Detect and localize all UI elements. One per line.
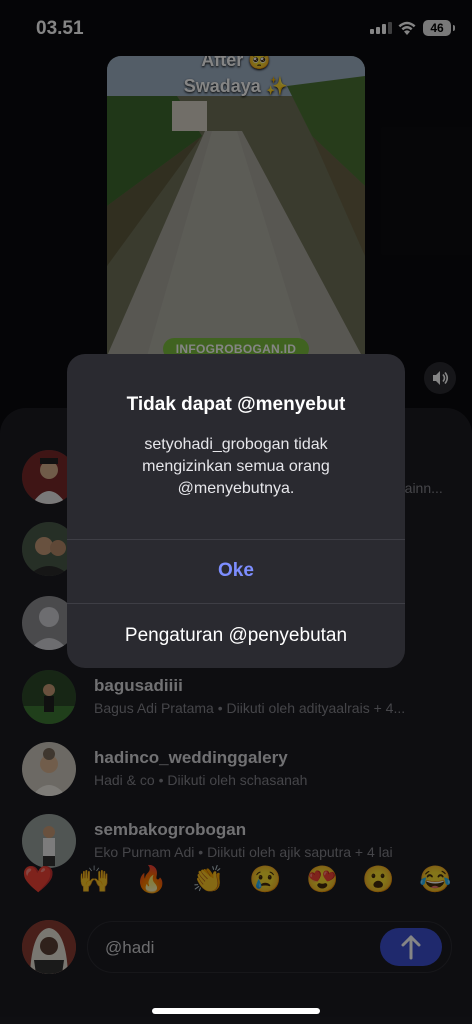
home-indicator[interactable] bbox=[152, 1008, 320, 1014]
dialog-title: Tidak dapat @menyebut bbox=[126, 394, 346, 415]
mention-alert-dialog: Tidak dapat @menyebut setyohadi_grobogan… bbox=[67, 354, 405, 668]
mention-settings-button[interactable]: Pengaturan @penyebutan bbox=[67, 604, 405, 668]
dialog-message: setyohadi_grobogan tidak mengizinkan sem… bbox=[142, 436, 330, 497]
ok-button[interactable]: Oke bbox=[67, 539, 405, 603]
